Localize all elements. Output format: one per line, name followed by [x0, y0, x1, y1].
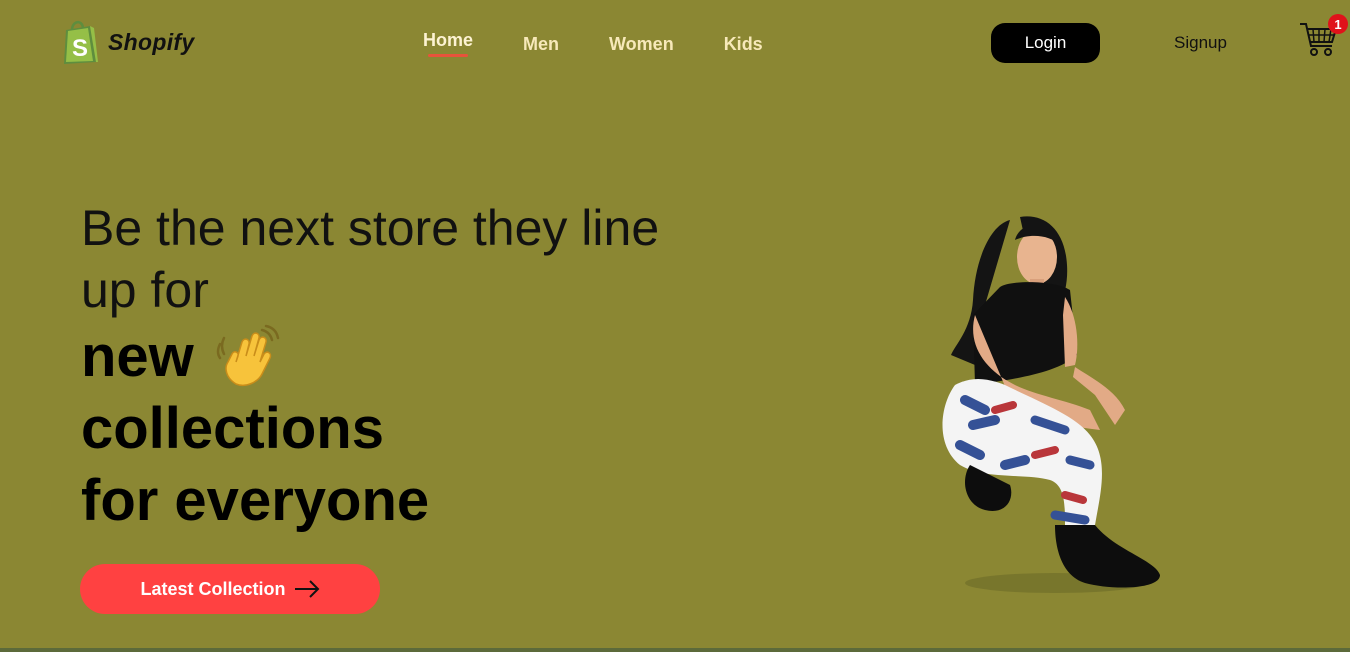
arrow-right-icon: [294, 580, 319, 598]
nav-item-label: Kids: [723, 34, 763, 54]
shopping-bag-logo-icon: S: [64, 21, 98, 64]
cart-button[interactable]: 1: [1298, 14, 1348, 60]
bottom-edge-strip: [0, 648, 1350, 652]
nav-item-label: Women: [609, 34, 674, 54]
svg-text:S: S: [72, 35, 88, 62]
nav-item-men[interactable]: Men: [523, 30, 559, 55]
main-nav: Home Men Women Kids: [423, 30, 813, 57]
signup-link[interactable]: Signup: [1174, 33, 1227, 53]
hero-model-image: [942, 216, 1160, 593]
hero-headline-new: new: [81, 324, 194, 389]
nav-item-label: Home: [423, 30, 474, 50]
navbar: S Shopify Home Men Women Kids Login Sign…: [0, 0, 1350, 90]
hero-headline-collections: collections: [81, 396, 384, 461]
nav-item-women[interactable]: Women: [609, 30, 674, 55]
login-button[interactable]: Login: [991, 23, 1100, 63]
cart-count-badge: 1: [1328, 14, 1348, 34]
hero-new-row: new: [81, 321, 721, 393]
latest-collection-button[interactable]: Latest Collection: [80, 564, 380, 614]
cta-label: Latest Collection: [140, 578, 286, 599]
nav-item-home[interactable]: Home: [423, 30, 474, 57]
nav-item-kids[interactable]: Kids: [724, 30, 763, 55]
brand-name: Shopify: [108, 28, 195, 55]
nav-item-label: Men: [523, 34, 560, 54]
waving-hand-icon: [216, 324, 280, 386]
hero-tagline: Be the next store they line up for: [81, 200, 660, 318]
active-nav-indicator: [428, 54, 469, 57]
hero-headline-everyone: for everyone: [81, 468, 430, 533]
hero-section: Be the next store they line up for new c…: [81, 197, 721, 537]
brand-logo[interactable]: S Shopify: [60, 18, 194, 66]
